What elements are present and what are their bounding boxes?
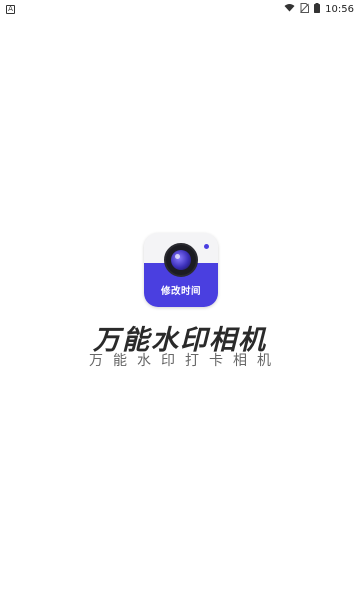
status-left: A [6,4,15,14]
battery-icon [314,2,321,16]
app-subtitle: 万能水印打卡相机 [89,353,281,369]
no-sim-icon [300,2,310,16]
camera-lens-icon [164,243,198,277]
wifi-icon [284,3,295,15]
splash-screen: A 10:56 修改时间 万能水印相机 万能水印打卡相机 [0,0,360,600]
status-bar: A 10:56 [0,0,360,18]
app-icon: 修改时间 [144,233,218,307]
status-right: 10:56 [284,2,354,16]
app-icon-label: 修改时间 [160,286,201,297]
notification-icon: A [6,4,15,14]
lens-shine [175,254,180,259]
flash-dot-icon [204,244,209,249]
lens-glass [171,250,191,270]
status-time: 10:56 [325,3,354,15]
